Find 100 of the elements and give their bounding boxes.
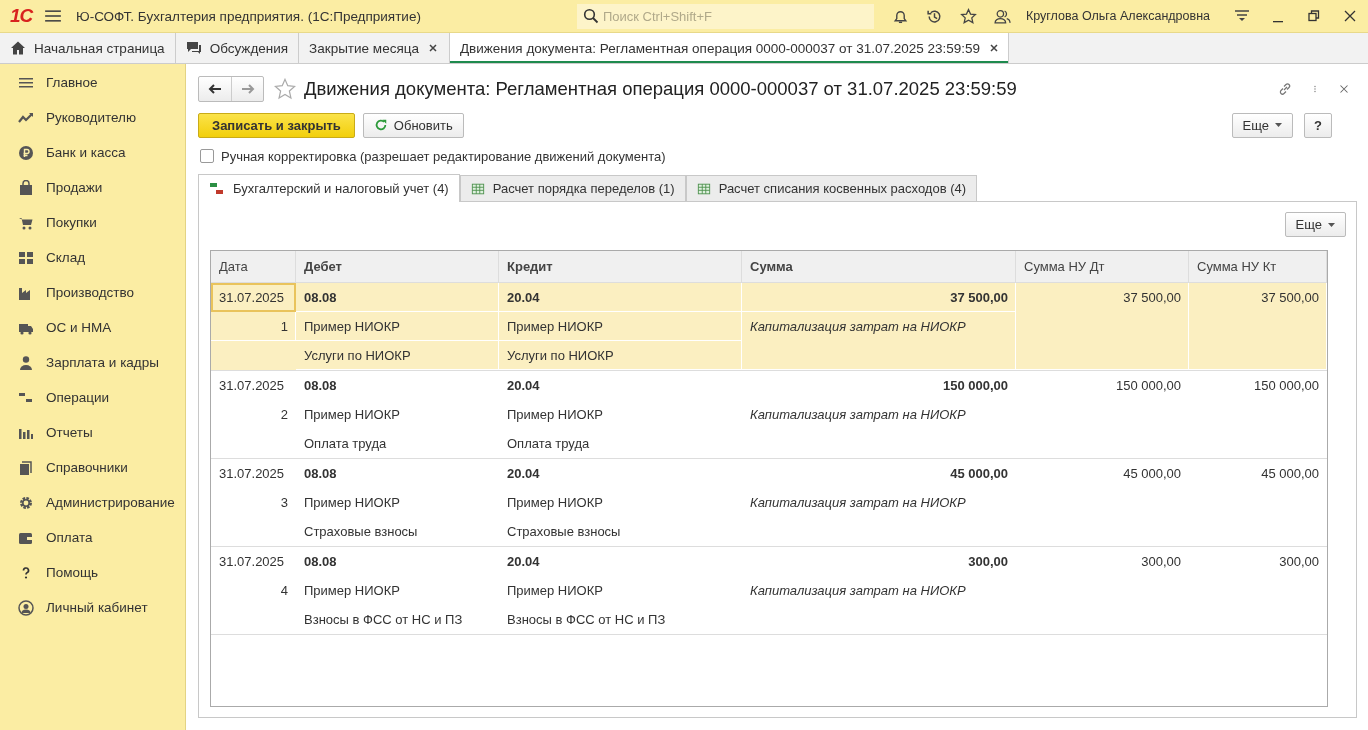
table-cell[interactable]: Пример НИОКР	[499, 400, 742, 429]
table-cell[interactable]: Пример НИОКР	[296, 488, 499, 517]
search-field[interactable]: Поиск Ctrl+Shift+F	[576, 3, 874, 29]
table-row[interactable]: 31.07.2025 1 08.08 Пример НИОКР Услуги по НИОКР 20.04 Пример НИОКР Услуги по НИОКР 37 500,00 Капитализация затрат на НИОКР 37 500,00 37 500,00	[211, 283, 1327, 371]
table-cell[interactable]: Взносы в ФСС от НС и ПЗ	[296, 605, 499, 634]
sidebar-item[interactable]: Оплата	[46, 530, 93, 545]
table-cell[interactable]: 20.04	[499, 459, 742, 488]
table-cell[interactable]: Страховые взносы	[499, 517, 742, 546]
chat-icon	[185, 40, 202, 56]
table-cell[interactable]: 31.07.2025	[211, 371, 296, 400]
table-cell[interactable]: Услуги по НИОКР	[499, 341, 742, 370]
minimize-icon[interactable]	[1273, 21, 1283, 23]
table-cell[interactable]: 20.04	[499, 547, 742, 576]
sidebar-item[interactable]: Справочники	[46, 460, 128, 475]
table-row[interactable]: 31.07.2025 3 08.08 Пример НИОКР Страховые взносы 20.04 Пример НИОКР Страховые взносы 45 000,00 Капитализация затрат на НИОКР 45 000,00 45 000,00	[211, 459, 1327, 547]
table-cell[interactable]: Страховые взносы	[296, 517, 499, 546]
sidebar-item[interactable]: Зарплата и кадры	[46, 355, 159, 370]
more-button[interactable]: Еще	[1284, 212, 1346, 237]
sidebar-item[interactable]: Банк и касса	[46, 145, 126, 160]
table-cell[interactable]: 37 500,00	[1189, 283, 1327, 370]
table-row[interactable]: 31.07.2025 2 08.08 Пример НИОКР Оплата труда 20.04 Пример НИОКР Оплата труда 150 000,00 Капитализация затрат на НИОКР 150 000,00 150 000,00	[211, 371, 1327, 459]
table-cell[interactable]: 45 000,00	[1016, 459, 1189, 546]
close-icon	[988, 42, 1001, 54]
form-tab[interactable]: Расчет списания косвенных расходов (4)	[685, 175, 978, 201]
table-cell[interactable]: 150 000,00	[1016, 371, 1189, 458]
sidebar-item[interactable]: Личный кабинет	[46, 600, 148, 615]
table-cell[interactable]: Пример НИОКР	[296, 312, 499, 341]
users-icon	[994, 7, 1012, 25]
table-cell[interactable]: Капитализация затрат на НИОКР	[742, 576, 1016, 634]
search-icon	[582, 7, 599, 24]
books-icon	[18, 459, 34, 476]
column-header[interactable]: Сумма НУ Дт	[1016, 251, 1189, 282]
table-cell[interactable]: 08.08	[296, 371, 499, 400]
table-cell[interactable]: 150 000,00	[1189, 371, 1327, 458]
table-cell[interactable]: 300,00	[1016, 547, 1189, 634]
more-button[interactable]: Еще	[1231, 112, 1294, 138]
table-cell[interactable]: 2	[211, 400, 296, 429]
table-cell[interactable]: 37 500,00	[1016, 283, 1189, 370]
bag-icon	[18, 179, 34, 196]
table-cell[interactable]: 20.04	[499, 371, 742, 400]
sidebar-item[interactable]: Склад	[46, 250, 86, 265]
sidebar-item[interactable]: Администрирование	[46, 495, 175, 510]
window-tab[interactable]: Движения документа: Регламентная операция 0000-000037 от 31.07.2025 23:59:59	[449, 33, 1010, 63]
table-cell[interactable]: 45 000,00	[1189, 459, 1327, 546]
table-cell[interactable]: 08.08	[296, 283, 499, 312]
sidebar-item[interactable]: Помощь	[46, 565, 99, 580]
table-cell[interactable]: Капитализация затрат на НИОКР	[742, 312, 1016, 370]
sidebar-item[interactable]: Производство	[46, 285, 135, 300]
column-header[interactable]: Сумма	[742, 251, 1016, 282]
table-cell[interactable]: 300,00	[1189, 547, 1327, 634]
table-cell[interactable]: Капитализация затрат на НИОКР	[742, 488, 1016, 546]
table-cell[interactable]: 31.07.2025	[211, 283, 296, 312]
link-icon	[1277, 81, 1293, 97]
table-cell[interactable]: 08.08	[296, 459, 499, 488]
sidebar-item[interactable]: Продажи	[46, 180, 103, 195]
checkbox[interactable]	[200, 149, 214, 163]
table-cell[interactable]: Пример НИОКР	[499, 488, 742, 517]
funnel-menu-icon	[1234, 8, 1250, 24]
table-cell[interactable]: Пример НИОКР	[499, 312, 742, 341]
sidebar-item[interactable]: Отчеты	[46, 425, 93, 440]
save-and-close-button[interactable]: Записать и закрыть	[198, 112, 355, 138]
table-cell[interactable]: 37 500,00	[742, 283, 1016, 312]
table-cell[interactable]: Взносы в ФСС от НС и ПЗ	[499, 605, 742, 634]
sidebar-item[interactable]: Главное	[46, 75, 98, 90]
table-cell[interactable]: Капитализация затрат на НИОКР	[742, 400, 1016, 458]
table-cell[interactable]: Оплата труда	[499, 429, 742, 458]
table-cell[interactable]: 4	[211, 576, 296, 605]
table-cell[interactable]: Пример НИОКР	[499, 576, 742, 605]
table-cell[interactable]: 150 000,00	[742, 371, 1016, 400]
table-row[interactable]: 31.07.2025 4 08.08 Пример НИОКР Взносы в ФСС от НС и ПЗ 20.04 Пример НИОКР Взносы в ФСС от НС и ПЗ 300,00 Капитализация затрат на НИОКР 300,00 300,00	[211, 547, 1327, 635]
table-cell[interactable]: Пример НИОКР	[296, 576, 499, 605]
logo[interactable]: 1С	[10, 5, 44, 27]
user-name[interactable]: Круглова Ольга Александровна	[1025, 9, 1210, 23]
table-cell[interactable]: 08.08	[296, 547, 499, 576]
table-cell[interactable]: Услуги по НИОКР	[296, 341, 499, 370]
table-cell[interactable]: 45 000,00	[742, 459, 1016, 488]
table-cell[interactable]: 3	[211, 488, 296, 517]
table-cell[interactable]: 20.04	[499, 283, 742, 312]
form-tab[interactable]: Расчет порядка переделов (1)	[459, 175, 686, 201]
table-cell[interactable]: 300,00	[742, 547, 1016, 576]
sidebar-item[interactable]: Руководителю	[46, 110, 137, 125]
person-icon	[18, 354, 34, 371]
table-icon	[470, 181, 485, 196]
table-cell[interactable]: 31.07.2025	[211, 547, 296, 576]
close-icon	[1342, 8, 1358, 24]
sidebar-item[interactable]: Покупки	[46, 215, 97, 230]
column-header[interactable]: Дата	[211, 251, 296, 282]
sidebar-item[interactable]: ОС и НМА	[46, 320, 112, 335]
table-cell[interactable]: 1	[211, 312, 296, 341]
help-button[interactable]: ?	[1304, 112, 1332, 138]
checkbox-label: Ручная корректировка (разрешает редактирование движений документа)	[221, 148, 666, 164]
sidebar-item[interactable]: Операции	[46, 390, 110, 405]
refresh-button[interactable]: Обновить	[362, 112, 464, 138]
column-header[interactable]: Сумма НУ Кт	[1189, 251, 1327, 282]
table-cell[interactable]: Пример НИОКР	[296, 400, 499, 429]
form-tab[interactable]: Бухгалтерский и налоговый учет (4)	[198, 174, 460, 202]
column-header[interactable]: Дебет	[296, 251, 499, 282]
table-cell[interactable]: 31.07.2025	[211, 459, 296, 488]
column-header[interactable]: Кредит	[499, 251, 742, 282]
table-cell[interactable]: Оплата труда	[296, 429, 499, 458]
